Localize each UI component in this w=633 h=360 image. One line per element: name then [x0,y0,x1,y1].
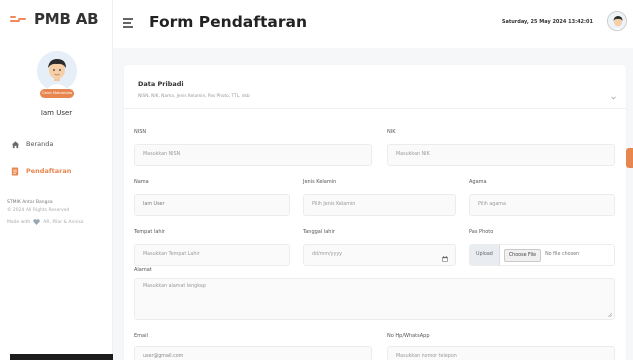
footer-copyright: © 2024 All Rights Reserved [7,208,70,213]
no-hp-label: No Hp/WhatsApp [387,333,430,339]
status-bar-strip [10,354,130,360]
alamat-label: Alamat [134,267,152,273]
sidebar-item-label: Beranda [26,140,54,148]
upload-label: Upload [470,245,500,265]
email-input[interactable]: user@gmail.com [134,346,372,360]
tempat-lahir-input[interactable]: Masukkan Tempat Lahir [134,244,290,266]
sidebar-item-pendaftaran[interactable]: Pendaftaran [10,166,71,176]
brand[interactable]: PMB AB [10,10,99,28]
jenis-kelamin-label: Jenis Kelamin [303,179,337,185]
footer-made-with: Made with AR, Pilar & Annisa [7,219,84,225]
tanggal-lahir-placeholder: dd/mm/yyyy [312,252,343,257]
footer-made-suffix: AR, Pilar & Annisa [43,219,84,225]
choose-file-button[interactable]: Choose File [503,248,542,262]
heart-icon [33,219,40,225]
form-card: Data Pribadi NISN, NIK, Nama, Jenis Kela… [124,65,626,360]
home-icon [10,139,20,149]
no-file-chosen-text: No file chosen [545,252,580,257]
pas-photo-file-input: Upload Choose File No file chosen [469,244,615,266]
sidebar-username: Iam User [40,109,73,117]
calendar-icon[interactable] [442,252,448,262]
page-title: Form Pendaftaran [149,13,308,31]
tanggal-lahir-input[interactable]: dd/mm/yyyy [303,244,456,266]
tempat-lahir-label: Tempat lahir [134,229,166,235]
footer-org: STMIK Antar Bangsa [7,200,53,205]
sidebar: PMB AB Calon Mahasiswa Iam User Beranda … [0,0,113,360]
section-subtitle: NISN, NIK, Nama, Jenis Kelamin, Pas Phot… [138,94,250,99]
nik-label: NIK [387,129,396,135]
avatar [37,51,77,91]
side-settings-tab[interactable] [626,148,633,168]
footer-made-prefix: Made with [7,219,31,225]
nik-input[interactable]: Masukkan NIK [387,144,615,166]
section-title: Data Pribadi [138,80,184,88]
brand-logo-icon [10,14,28,24]
menu-toggle-icon[interactable] [123,18,133,28]
tanggal-lahir-label: Tanggal lahir [303,229,335,235]
document-icon [10,166,20,176]
user-menu-avatar[interactable] [607,11,627,31]
sidebar-item-beranda[interactable]: Beranda [10,139,53,149]
resize-handle-icon[interactable] [607,312,613,318]
role-badge: Calon Mahasiswa [40,89,74,98]
datetime-display: Saturday, 25 May 2024 13:42:01 [501,19,593,25]
nisn-input[interactable]: Masukkan NISN [134,144,372,166]
jenis-kelamin-select[interactable]: Pilih Jenis Kelamin [303,194,456,216]
no-hp-input[interactable]: Masukkan nomor telepon [387,346,615,360]
nama-label: Nama [134,179,149,185]
alamat-placeholder: Masukkan alamat lengkap [143,284,206,289]
chevron-down-icon[interactable] [611,85,616,100]
alamat-textarea[interactable]: Masukkan alamat lengkap [134,278,615,320]
section-header-data-pribadi[interactable]: Data Pribadi NISN, NIK, Nama, Jenis Kela… [124,65,626,109]
sidebar-item-label: Pendaftaran [26,167,72,175]
top-header: Form Pendaftaran Saturday, 25 May 2024 1… [113,0,633,48]
nama-input[interactable]: Iam User [134,194,290,216]
pas-photo-label: Pas Photo [469,229,494,235]
email-label: Email [134,333,148,339]
main-content: Data Pribadi NISN, NIK, Nama, Jenis Kela… [113,48,633,360]
agama-select[interactable]: Pilih agama [469,194,615,216]
agama-label: Agama [469,179,487,185]
nisn-label: NISN [134,129,147,135]
brand-name: PMB AB [34,10,99,28]
